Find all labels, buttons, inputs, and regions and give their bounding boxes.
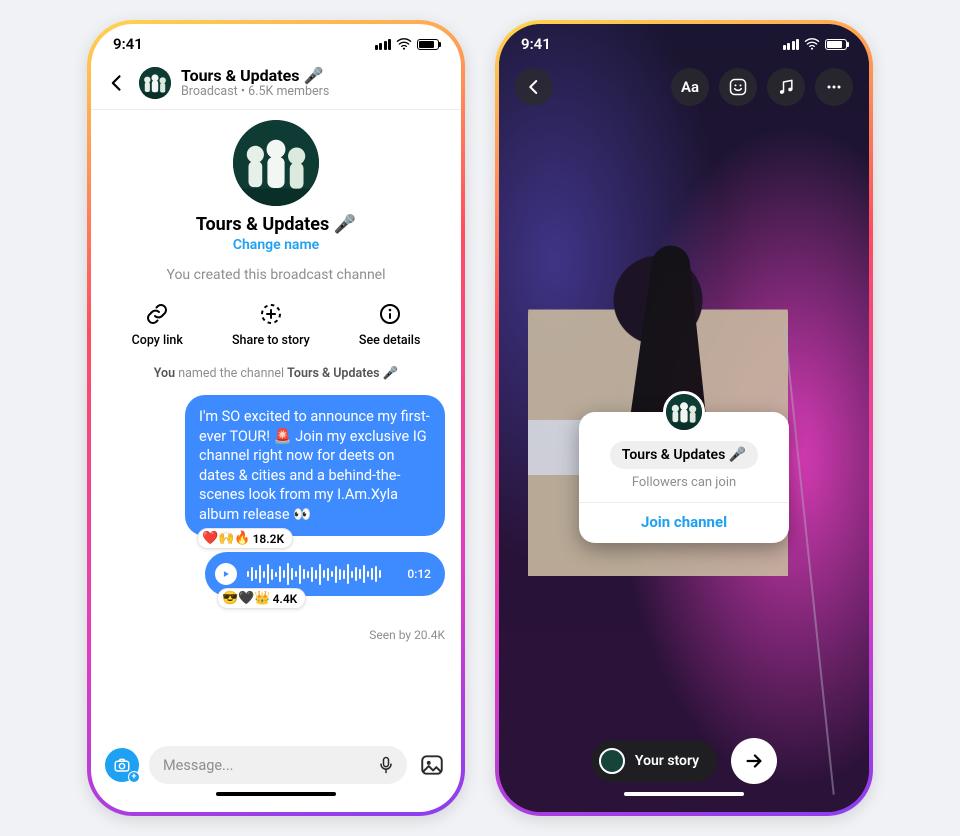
join-channel-button[interactable]: Join channel	[579, 513, 789, 531]
channel-avatar-small[interactable]	[139, 67, 171, 99]
more-button[interactable]	[815, 68, 853, 106]
sticker-button[interactable]	[719, 68, 757, 106]
copy-link-button[interactable]: Copy link	[132, 301, 183, 348]
back-button[interactable]	[515, 68, 553, 106]
music-button[interactable]	[767, 68, 805, 106]
text-tool-button[interactable]: Aa	[671, 68, 709, 106]
status-bar: 9:41	[91, 24, 461, 64]
sticker-avatar	[663, 391, 705, 433]
message-text[interactable]: I'm SO excited to announce my first-ever…	[185, 395, 445, 536]
reaction-count: 18.2K	[253, 532, 285, 546]
see-details-button[interactable]: See details	[359, 301, 421, 348]
reaction-emojis: 😎🖤👑	[222, 591, 271, 606]
clock: 9:41	[521, 35, 551, 53]
play-button[interactable]	[215, 563, 237, 585]
sticker-title: Tours & Updates 🎤	[610, 441, 758, 469]
change-name-link[interactable]: Change name	[233, 237, 319, 253]
channel-name: Tours & Updates 🎤	[196, 214, 356, 235]
link-icon	[144, 301, 170, 327]
your-story-avatar	[599, 748, 625, 774]
back-button[interactable]	[105, 71, 129, 95]
battery-icon	[825, 39, 847, 50]
music-icon	[776, 77, 796, 97]
seen-by: Seen by 20.4K	[369, 628, 445, 642]
voice-duration: 0:12	[407, 567, 431, 581]
home-indicator	[499, 792, 869, 812]
channel-title[interactable]: Tours & Updates 🎤	[181, 66, 329, 85]
reaction-count: 4.4K	[273, 592, 298, 606]
info-icon	[377, 301, 403, 327]
reactions-pill[interactable]: ❤️🙌🔥 18.2K	[197, 528, 293, 549]
message-bubble: I'm SO excited to announce my first-ever…	[185, 395, 445, 536]
wifi-icon	[804, 36, 820, 52]
sticker-icon	[728, 77, 748, 97]
channel-avatar-large[interactable]	[233, 120, 319, 206]
channel-subtitle: Broadcast • 6.5K members	[181, 84, 329, 99]
arrow-right-icon	[743, 750, 765, 772]
status-bar: 9:41	[499, 24, 869, 64]
channel-sticker[interactable]: Tours & Updates 🎤 Followers can join Joi…	[579, 412, 789, 543]
share-icon	[258, 301, 284, 327]
camera-button[interactable]: +	[105, 748, 139, 782]
reactions-pill[interactable]: 😎🖤👑 4.4K	[217, 588, 306, 609]
phone-story-share: 9:41 Aa	[495, 20, 873, 816]
message-placeholder: Message...	[163, 757, 375, 774]
composer: + Message...	[91, 738, 461, 792]
sticker-subtitle: Followers can join	[579, 475, 789, 490]
share-to-story-button[interactable]: Share to story	[232, 301, 310, 348]
cellular-icon	[375, 39, 392, 50]
clock: 9:41	[113, 35, 143, 53]
cellular-icon	[783, 39, 800, 50]
channel-description: You created this broadcast channel	[166, 267, 385, 283]
system-message: You named the channel Tours & Updates 🎤	[154, 366, 398, 381]
gallery-button[interactable]	[417, 750, 447, 780]
home-indicator	[91, 792, 461, 812]
message-voice[interactable]: 0:12 😎🖤👑 4.4K	[205, 552, 445, 596]
mic-button[interactable]	[375, 754, 397, 776]
wifi-icon	[396, 36, 412, 52]
message-input[interactable]: Message...	[149, 746, 407, 784]
waveform[interactable]	[247, 562, 397, 586]
send-button[interactable]	[731, 738, 777, 784]
battery-icon	[417, 39, 439, 50]
chat-header: Tours & Updates 🎤 Broadcast • 6.5K membe…	[91, 64, 461, 110]
more-icon	[824, 77, 844, 97]
camera-icon	[113, 756, 131, 774]
phone-channel-chat: 9:41 Tours & Updates 🎤 Broadcast • 6.5K …	[87, 20, 465, 816]
your-story-button[interactable]: Your story	[591, 740, 717, 782]
reaction-emojis: ❤️🙌🔥	[202, 531, 251, 546]
your-story-label: Your story	[635, 753, 699, 769]
